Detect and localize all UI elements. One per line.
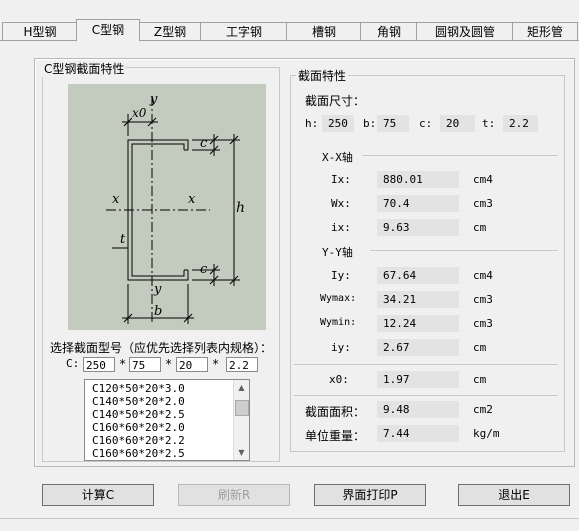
yy-separator: [370, 250, 558, 251]
input-b[interactable]: 75: [129, 357, 161, 372]
dim-t-label: t:: [482, 117, 496, 130]
dim-c-value: 20: [440, 115, 475, 132]
diagram-label-x0: x0: [132, 106, 147, 120]
scroll-down-icon[interactable]: ▼: [235, 446, 248, 459]
c-section-diagram: y x0 c x x h t c y b: [68, 84, 266, 330]
area-value: 9.48: [377, 401, 459, 418]
diagram-label-c-bottom: c: [200, 262, 208, 277]
ry-value: 2.67: [377, 339, 459, 356]
diagram-label-c-top: c: [200, 136, 208, 151]
rx-unit: cm: [473, 221, 487, 234]
ry-unit: cm: [473, 341, 487, 354]
xx-title: X-X轴: [320, 149, 355, 165]
diagram-label-h: h: [236, 200, 246, 216]
dim-b-label: b:: [363, 117, 377, 130]
diagram-label-t: t: [120, 232, 126, 247]
times-3: *: [212, 357, 220, 371]
print-screen-button[interactable]: 界面打印P: [314, 484, 426, 506]
times-1: *: [119, 357, 127, 371]
ix-unit: cm4: [473, 173, 493, 186]
scroll-up-icon[interactable]: ▲: [235, 381, 248, 394]
calculate-button[interactable]: 计算C: [42, 484, 154, 506]
wx-value: 70.4: [377, 195, 459, 212]
weight-label: 单位重量：: [305, 429, 366, 443]
wymin-value: 12.24: [377, 315, 459, 332]
dim-h-label: h:: [305, 117, 319, 130]
wymin-label: Wymin:: [320, 317, 357, 328]
section-listbox[interactable]: C120*50*20*3.0 C140*50*20*2.0 C140*50*20…: [84, 379, 250, 461]
c-label: C:: [66, 357, 80, 370]
x0-unit: cm: [473, 373, 487, 386]
diagram-label-y-top: y: [150, 92, 158, 107]
dim-t-value: 2.2: [503, 115, 538, 132]
tab-channel[interactable]: 槽钢: [286, 22, 362, 41]
x0-label: x0:: [329, 373, 349, 386]
x0-value: 1.97: [377, 371, 459, 388]
iy-value: 67.64: [377, 267, 459, 284]
scroll-thumb[interactable]: [235, 400, 249, 416]
dim-b-value: 75: [377, 115, 409, 132]
tab-bar: H型钢 C型钢 Z型钢 工字钢 槽钢 角钢 圆钢及圆管 矩形管: [0, 19, 579, 41]
exit-button[interactable]: 退出E: [458, 484, 570, 506]
wymax-value: 34.21: [377, 291, 459, 308]
tab-h-steel[interactable]: H型钢: [2, 22, 78, 41]
dim-c-label: c:: [419, 117, 433, 130]
right-group-title: 截面特性: [296, 67, 349, 84]
wx-unit: cm3: [473, 197, 493, 210]
area-unit: cm2: [473, 403, 493, 416]
list-item[interactable]: C140*50*20*2.5: [92, 408, 185, 421]
ix-value: 880.01: [377, 171, 459, 188]
input-t[interactable]: 2.2: [226, 357, 258, 372]
xx-separator: [362, 155, 558, 156]
rx-label: ix:: [331, 221, 351, 234]
select-section-label: 选择截面型号（应优先选择列表内规格）：: [50, 341, 273, 355]
ry-label: iy:: [331, 341, 351, 354]
tab-i-beam[interactable]: 工字钢: [200, 22, 288, 41]
list-scrollbar[interactable]: ▲ ▼: [233, 380, 249, 460]
diagram-label-x-left: x: [112, 192, 120, 207]
iy-label: Iy:: [331, 269, 351, 282]
bottom-divider: [0, 518, 579, 519]
diagram-label-b: b: [154, 304, 163, 319]
weight-unit: kg/m: [473, 427, 500, 440]
area-label: 截面面积：: [305, 405, 366, 419]
weight-value: 7.44: [377, 425, 459, 442]
list-item[interactable]: C160*60*20*2.2: [92, 434, 185, 447]
left-group-title: C型钢截面特性: [42, 60, 127, 77]
tab-rect-tube[interactable]: 矩形管: [512, 22, 578, 41]
tab-z-steel[interactable]: Z型钢: [138, 22, 202, 41]
list-item[interactable]: C160*60*20*2.5: [92, 447, 185, 460]
wymax-label: Wymax:: [320, 293, 357, 304]
area-separator: [294, 395, 558, 396]
wx-label: Wx:: [331, 197, 351, 210]
diagram-label-x-right: x: [188, 192, 196, 207]
yy-title: Y-Y轴: [320, 244, 355, 260]
tab-round[interactable]: 圆钢及圆管: [416, 22, 514, 41]
refresh-button[interactable]: 刷新R: [178, 484, 290, 506]
iy-unit: cm4: [473, 269, 493, 282]
list-item[interactable]: C120*50*20*3.0: [92, 382, 185, 395]
tab-c-steel[interactable]: C型钢: [76, 19, 140, 41]
tab-angle[interactable]: 角钢: [360, 22, 418, 41]
times-2: *: [165, 357, 173, 371]
dims-title: 截面尺寸：: [305, 94, 366, 108]
x0-separator: [294, 364, 558, 365]
input-h[interactable]: 250: [83, 357, 115, 372]
list-item[interactable]: C160*60*20*2.0: [92, 421, 185, 434]
wymin-unit: cm3: [473, 317, 493, 330]
input-c[interactable]: 20: [176, 357, 208, 372]
diagram-label-y-bottom: y: [154, 282, 162, 297]
list-item[interactable]: C140*50*20*2.0: [92, 395, 185, 408]
ix-label: Ix:: [331, 173, 351, 186]
rx-value: 9.63: [377, 219, 459, 236]
dim-h-value: 250: [322, 115, 354, 132]
wymax-unit: cm3: [473, 293, 493, 306]
